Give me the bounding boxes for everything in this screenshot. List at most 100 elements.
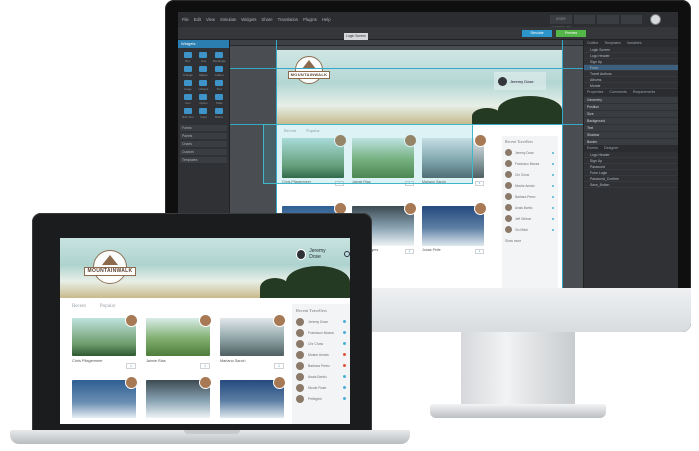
widget-rectangle[interactable]: Rectangle (212, 52, 226, 63)
like-button[interactable]: 1 (475, 181, 484, 186)
widget-icon[interactable]: Icon (181, 94, 195, 105)
widget-option[interactable]: Option (197, 94, 211, 105)
section-panels[interactable]: Panels (180, 133, 227, 139)
like-button[interactable]: 1 (274, 363, 284, 369)
tab-requirements[interactable]: Requirements (633, 89, 655, 96)
traveller-row[interactable]: Vio Mitch (502, 224, 558, 235)
menu-widgets[interactable]: Widgets (241, 17, 256, 22)
section-forms[interactable]: Forms (180, 125, 227, 131)
photo-card[interactable] (146, 376, 212, 418)
prop-position[interactable]: Position (584, 104, 678, 110)
traveller-row[interactable]: Jeremy Dose (292, 316, 350, 327)
widget-box[interactable]: Box (181, 52, 195, 63)
palm-tree (286, 266, 350, 298)
traveller-row[interactable]: Chr Chow (292, 338, 350, 349)
photo-card[interactable]: Jonas Pelle 1 (422, 202, 487, 254)
menu-help[interactable]: Help (322, 17, 331, 22)
traveller-row[interactable]: Barbara Perez (292, 360, 350, 371)
site-logo[interactable]: MOUNTAINWALK (288, 56, 330, 94)
traveller-name: Pellegrini (308, 396, 322, 401)
traveller-row[interactable]: Jeremy Dose (502, 147, 558, 158)
widget-label: Ellipse (199, 73, 208, 77)
outline-tabs: Outline Templates Variables (584, 40, 678, 47)
prop-geometry[interactable]: Geometry (584, 97, 678, 103)
widget-ellipse[interactable]: Ellipse (197, 66, 211, 77)
author-avatar (199, 376, 212, 389)
show-more-link[interactable]: Show more (502, 235, 558, 246)
traveller-row[interactable]: Nicole Rose (292, 382, 350, 393)
widget-callout[interactable]: Callout (212, 66, 226, 77)
site-logo[interactable]: MOUNTAINWALK (84, 250, 136, 294)
menu-simulate[interactable]: Simulate (220, 17, 236, 22)
tab-perspective-3[interactable] (597, 15, 619, 24)
like-button[interactable]: 1 (475, 249, 484, 254)
gear-icon[interactable] (344, 251, 350, 257)
like-button[interactable]: 1 (405, 249, 414, 254)
section-templates[interactable]: Templates (180, 157, 227, 163)
widget-hotspot[interactable]: Hotspot (197, 80, 211, 91)
user-menu[interactable]: Jeremy Dose (296, 248, 350, 260)
tab-popular[interactable]: Popular (100, 304, 116, 309)
widget-text[interactable]: Text (212, 80, 226, 91)
event-item[interactable]: Save_Button (584, 182, 678, 188)
user-menu[interactable]: Jeremy Dose (494, 72, 546, 90)
like-button[interactable]: 1 (126, 363, 136, 369)
traveller-row[interactable]: Moshe Amato (292, 349, 350, 360)
traveller-row[interactable]: Pellegrini (292, 393, 350, 404)
menu-translation[interactable]: Translation (278, 17, 299, 22)
photo-card[interactable]: Mariano Sanch 1 (220, 314, 286, 369)
tab-perspective-4[interactable] (620, 15, 642, 24)
preview-button[interactable]: Preview (556, 30, 586, 37)
menu-edit[interactable]: Edit (194, 17, 201, 22)
prop-shadow[interactable]: Shadow (584, 132, 678, 138)
tab-login-screen[interactable]: Login Screen (344, 33, 368, 40)
tab-properties[interactable]: Properties (587, 89, 603, 96)
photo-card[interactable]: Jaimie Rias 1 (146, 314, 212, 369)
widget-rich-text[interactable]: Rich Text (181, 108, 195, 119)
traveller-row[interactable]: Francisco Mossa (502, 158, 558, 169)
photo-card[interactable]: Chris Pflagermeer 1 (72, 314, 138, 369)
menu-share[interactable]: Share (261, 17, 272, 22)
prop-background[interactable]: Background (584, 118, 678, 124)
menu-view[interactable]: View (206, 17, 215, 22)
widget-input[interactable]: Input (197, 108, 211, 119)
section-custom[interactable]: Custom (180, 149, 227, 155)
widget-line[interactable]: Line (197, 52, 211, 63)
guide-line[interactable] (230, 68, 583, 69)
traveller-row[interactable]: Barbara Perez (502, 191, 558, 202)
tab-templates[interactable]: Templates (604, 40, 620, 47)
simulate-button[interactable]: Simulate (522, 30, 552, 37)
widget-button[interactable]: Button (212, 108, 226, 119)
tab-events[interactable]: Events (587, 145, 598, 152)
tab-designer[interactable]: Designer (604, 145, 618, 152)
guide-line[interactable] (562, 40, 563, 288)
ide-user-avatar[interactable] (650, 14, 661, 25)
widget-triangle[interactable]: Triangle (181, 66, 195, 77)
tab-user-interface[interactable]: USER INTERFACE (550, 15, 572, 30)
selection-box[interactable] (263, 124, 473, 184)
widget-table[interactable]: Table (212, 94, 226, 105)
tab-variables[interactable]: Variables (627, 40, 642, 47)
photo-card[interactable] (72, 376, 138, 418)
traveller-row[interactable]: Jeff Gibbon (502, 213, 558, 224)
traveller-row[interactable]: Francisco Mossa (292, 327, 350, 338)
prop-size[interactable]: Size (584, 111, 678, 117)
status-dot (343, 386, 346, 389)
sidebar-title: Recent Travellers (505, 139, 534, 144)
photo-card[interactable] (220, 376, 286, 418)
widget-image[interactable]: Image (181, 80, 195, 91)
tab-outline[interactable]: Outline (587, 40, 598, 47)
traveller-row[interactable]: Chr Chow (502, 169, 558, 180)
like-button[interactable]: 1 (200, 363, 210, 369)
tab-comments[interactable]: Comments (609, 89, 626, 96)
menu-file[interactable]: File (182, 17, 189, 22)
tab-perspective-2[interactable] (573, 15, 595, 24)
traveller-row[interactable]: Anais Barbu (292, 371, 350, 382)
section-charts[interactable]: Charts (180, 141, 227, 147)
author-avatar (404, 202, 417, 215)
traveller-row[interactable]: Moshe Amato (502, 180, 558, 191)
prop-text[interactable]: Text (584, 125, 678, 131)
menu-plugins[interactable]: Plugins (303, 17, 317, 22)
tab-recent[interactable]: Recent (72, 304, 86, 309)
traveller-row[interactable]: Anais Barbu (502, 202, 558, 213)
